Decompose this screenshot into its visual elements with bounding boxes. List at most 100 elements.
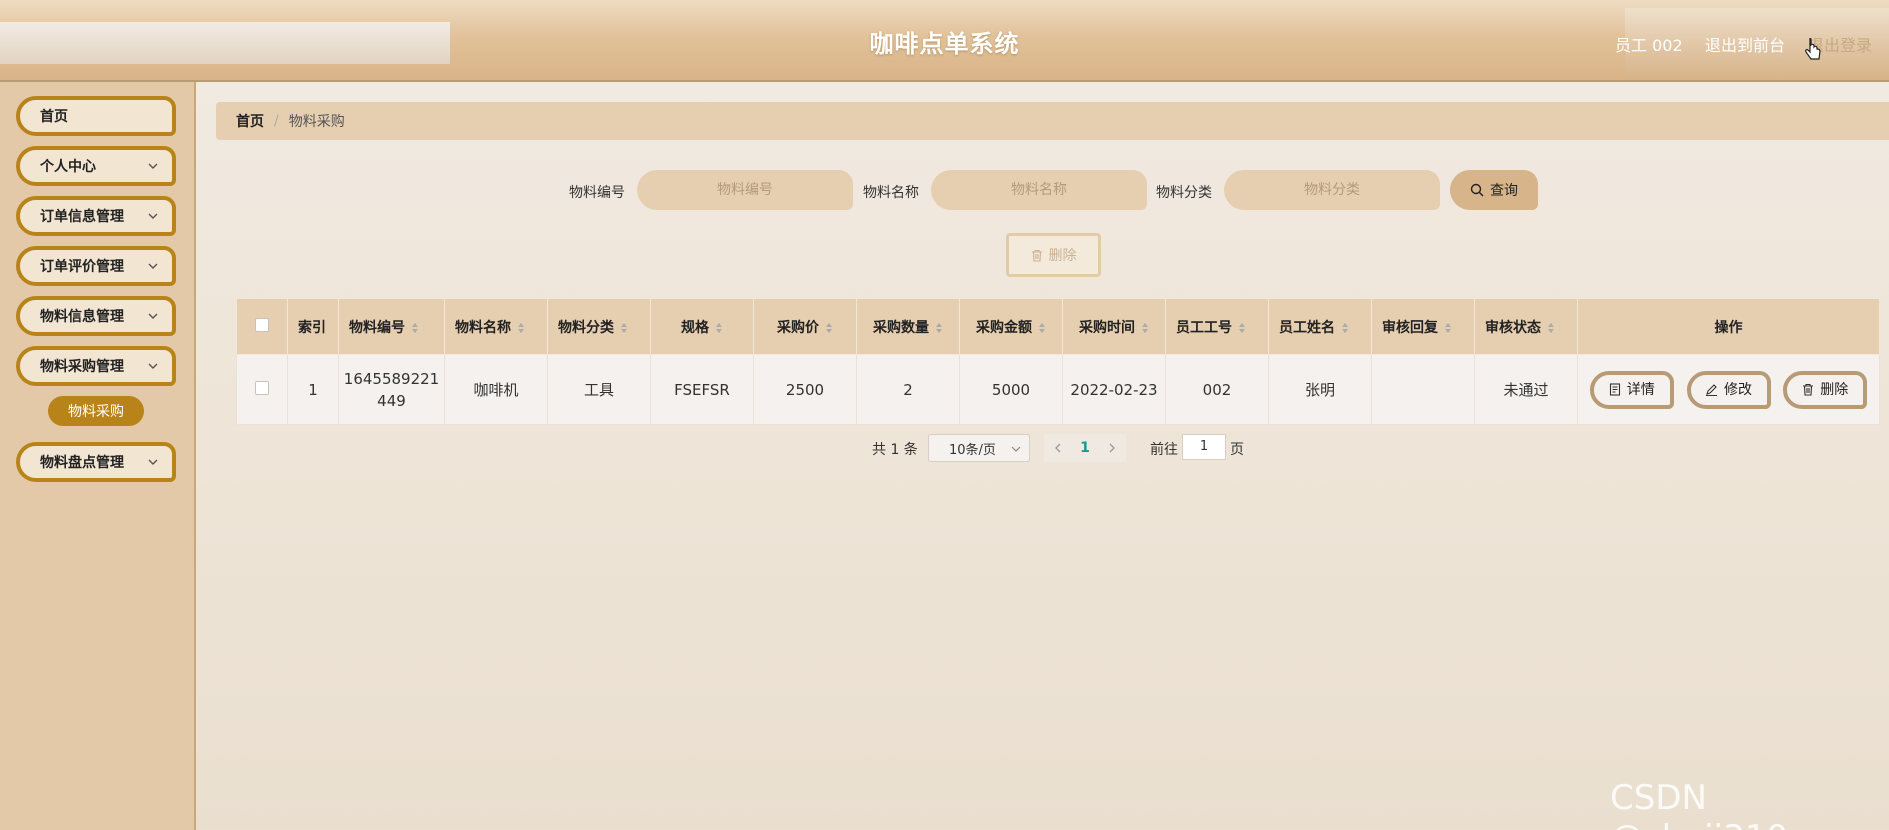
column-header-amount[interactable]: 采购金额 bbox=[959, 298, 1063, 355]
cell-spec: FSEFSR bbox=[650, 354, 754, 425]
purchase-table: 索引 物料编号 物料名称 物料分类 规格 采购价 采购数量 采购金额 采购时间 … bbox=[236, 298, 1880, 425]
cell-emp-name: 张明 bbox=[1268, 354, 1372, 425]
column-header-emp-no[interactable]: 员工工号 bbox=[1165, 298, 1269, 355]
cell-actions: 详情 修改 删除 bbox=[1577, 354, 1880, 425]
column-header-price[interactable]: 采购价 bbox=[753, 298, 857, 355]
breadcrumb-home[interactable]: 首页 bbox=[236, 111, 264, 131]
chevron-down-icon bbox=[1011, 446, 1021, 452]
sidebar-item-material-inventory[interactable]: 物料盘点管理 bbox=[16, 442, 176, 482]
material-code-label: 物料编号 bbox=[569, 185, 625, 201]
material-category-input[interactable] bbox=[1224, 170, 1440, 210]
material-name-label: 物料名称 bbox=[863, 185, 919, 201]
cell-date: 2022-02-23 bbox=[1062, 354, 1166, 425]
column-header-date[interactable]: 采购时间 bbox=[1062, 298, 1166, 355]
sort-icon[interactable] bbox=[1038, 322, 1046, 334]
breadcrumb: 首页 / 物料采购 bbox=[216, 102, 1889, 140]
row-delete-button[interactable]: 删除 bbox=[1783, 370, 1868, 409]
query-button[interactable]: 查询 bbox=[1450, 170, 1538, 210]
table-header-row: 索引 物料编号 物料名称 物料分类 规格 采购价 采购数量 采购金额 采购时间 … bbox=[236, 298, 1880, 355]
column-header-emp-name[interactable]: 员工姓名 bbox=[1268, 298, 1372, 355]
sort-icon[interactable] bbox=[1341, 322, 1349, 334]
pager-total: 共 1 条 bbox=[872, 442, 918, 458]
sidebar-subitem-material-purchase[interactable]: 物料采购 bbox=[48, 396, 144, 426]
select-all-cell bbox=[236, 298, 288, 355]
breadcrumb-separator: / bbox=[274, 113, 279, 129]
sort-icon[interactable] bbox=[1547, 322, 1555, 334]
column-header-actions: 操作 bbox=[1577, 298, 1880, 355]
sidebar-item-order-info[interactable]: 订单信息管理 bbox=[16, 196, 176, 236]
batch-delete-button[interactable]: 删除 bbox=[1006, 233, 1101, 277]
cell-price: 2500 bbox=[753, 354, 857, 425]
cell-code: 1645589221 449 bbox=[338, 354, 445, 425]
row-checkbox-cell bbox=[236, 354, 288, 425]
chevron-down-icon bbox=[148, 313, 158, 319]
next-page-icon[interactable] bbox=[1107, 443, 1117, 453]
sort-icon[interactable] bbox=[935, 322, 943, 334]
sidebar-item-material-purchase[interactable]: 物料采购管理 bbox=[16, 346, 176, 386]
back-to-front-link[interactable]: 退出到前台 bbox=[1705, 32, 1785, 56]
sort-icon[interactable] bbox=[517, 322, 525, 334]
prev-page-icon[interactable] bbox=[1053, 443, 1063, 453]
sidebar-item-label: 订单评价管理 bbox=[40, 259, 124, 275]
column-header-spec[interactable]: 规格 bbox=[650, 298, 754, 355]
row-checkbox[interactable] bbox=[255, 380, 269, 395]
cell-status: 未通过 bbox=[1474, 354, 1578, 425]
cell-name: 咖啡机 bbox=[444, 354, 548, 425]
edit-button[interactable]: 修改 bbox=[1686, 370, 1771, 409]
goto-page-input[interactable]: 1 bbox=[1182, 434, 1226, 460]
column-header-index: 索引 bbox=[287, 298, 339, 355]
column-header-reply[interactable]: 审核回复 bbox=[1371, 298, 1475, 355]
select-all-checkbox[interactable] bbox=[255, 317, 269, 332]
sidebar-item-label: 物料盘点管理 bbox=[40, 455, 124, 471]
cell-index: 1 bbox=[287, 354, 339, 425]
chevron-down-icon bbox=[148, 213, 158, 219]
column-header-status[interactable]: 审核状态 bbox=[1474, 298, 1578, 355]
search-icon bbox=[1470, 183, 1484, 197]
chevron-down-icon bbox=[148, 459, 158, 465]
material-code-input[interactable] bbox=[637, 170, 853, 210]
sidebar-item-order-review[interactable]: 订单评价管理 bbox=[16, 246, 176, 286]
sort-icon[interactable] bbox=[1444, 322, 1452, 334]
chevron-down-icon bbox=[148, 263, 158, 269]
pager-nav: 1 bbox=[1044, 434, 1126, 462]
sidebar: 首页 个人中心 订单信息管理 订单评价管理 物料信息管理 物料采购管理 物料采购… bbox=[0, 82, 196, 830]
chevron-down-icon bbox=[148, 163, 158, 169]
sidebar-item-home[interactable]: 首页 bbox=[16, 96, 176, 136]
batch-delete-label: 删除 bbox=[1048, 248, 1077, 264]
sidebar-item-label: 首页 bbox=[40, 109, 68, 125]
trash-icon bbox=[1031, 249, 1042, 262]
sort-icon[interactable] bbox=[715, 322, 723, 334]
chevron-up-icon bbox=[148, 363, 158, 369]
material-category-label: 物料分类 bbox=[1156, 185, 1212, 201]
column-header-code[interactable]: 物料编号 bbox=[338, 298, 445, 355]
material-name-input[interactable] bbox=[931, 170, 1147, 210]
current-page-number[interactable]: 1 bbox=[1080, 440, 1090, 456]
column-header-quantity[interactable]: 采购数量 bbox=[856, 298, 960, 355]
breadcrumb-current: 物料采购 bbox=[288, 114, 345, 130]
sort-icon[interactable] bbox=[1238, 322, 1246, 334]
column-header-name[interactable]: 物料名称 bbox=[444, 298, 548, 355]
trash-icon bbox=[1803, 383, 1814, 396]
cell-emp-no: 002 bbox=[1165, 354, 1269, 425]
page-unit-label: 页 bbox=[1230, 442, 1244, 458]
document-icon bbox=[1609, 383, 1620, 396]
current-user: 员工 002 bbox=[1615, 36, 1683, 55]
sidebar-item-personal-center[interactable]: 个人中心 bbox=[16, 146, 176, 186]
query-button-label: 查询 bbox=[1490, 182, 1518, 198]
sidebar-item-material-info[interactable]: 物料信息管理 bbox=[16, 296, 176, 336]
sort-icon[interactable] bbox=[411, 322, 419, 334]
app-title: 咖啡点单系统 bbox=[869, 30, 1020, 58]
sidebar-item-label: 物料采购管理 bbox=[40, 359, 124, 375]
page-size-select[interactable]: 10条/页 bbox=[928, 434, 1030, 462]
cell-amount: 5000 bbox=[959, 354, 1063, 425]
cell-quantity: 2 bbox=[856, 354, 960, 425]
cell-reply bbox=[1371, 354, 1475, 425]
detail-button[interactable]: 详情 bbox=[1589, 370, 1674, 409]
sort-icon[interactable] bbox=[1141, 322, 1149, 334]
hand-cursor-icon bbox=[1805, 38, 1821, 60]
column-header-category[interactable]: 物料分类 bbox=[547, 298, 651, 355]
sidebar-item-label: 订单信息管理 bbox=[40, 209, 124, 225]
sort-icon[interactable] bbox=[620, 322, 628, 334]
sort-icon[interactable] bbox=[825, 322, 833, 334]
goto-label: 前往 bbox=[1150, 442, 1178, 458]
